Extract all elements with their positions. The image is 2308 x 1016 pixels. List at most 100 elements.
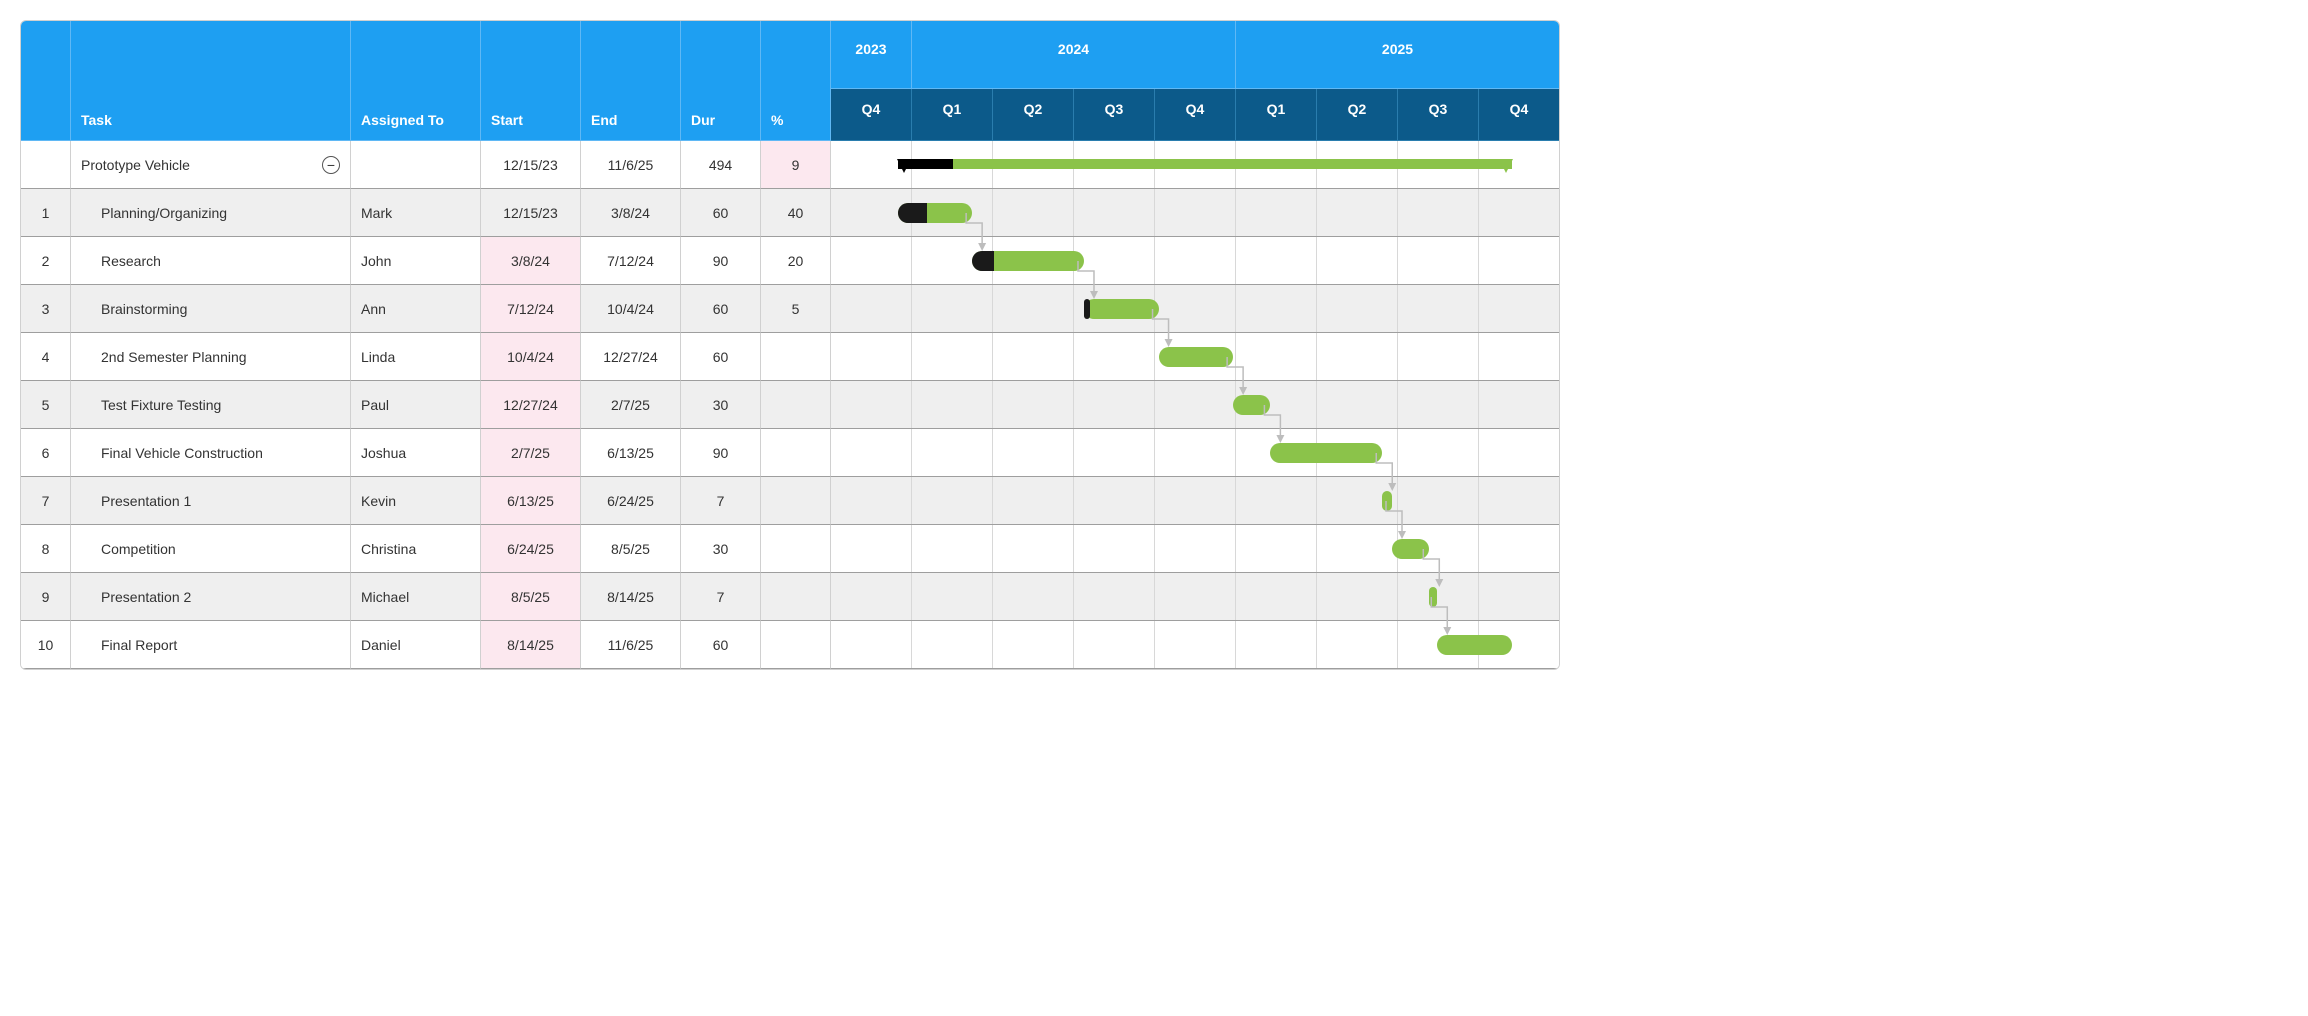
timeline-row: [831, 237, 1560, 285]
start-cell[interactable]: 12/27/24: [481, 381, 581, 429]
row-number[interactable]: 1: [21, 189, 71, 237]
task-name-cell[interactable]: Prototype Vehicle−: [71, 141, 351, 189]
summary-bar[interactable]: [898, 159, 1512, 169]
task-name-cell[interactable]: Research: [71, 237, 351, 285]
quarter-header: Q4: [1155, 89, 1236, 141]
task-name-cell[interactable]: Planning/Organizing: [71, 189, 351, 237]
task-bar[interactable]: [1392, 539, 1429, 559]
task-name-cell[interactable]: Presentation 2: [71, 573, 351, 621]
dur-cell[interactable]: 60: [681, 285, 761, 333]
row-number[interactable]: 5: [21, 381, 71, 429]
dur-cell[interactable]: 30: [681, 381, 761, 429]
start-cell[interactable]: 12/15/23: [481, 141, 581, 189]
task-bar[interactable]: [1084, 299, 1159, 319]
end-cell[interactable]: 2/7/25: [581, 381, 681, 429]
task-name-cell[interactable]: Final Vehicle Construction: [71, 429, 351, 477]
pct-cell[interactable]: [761, 477, 831, 525]
pct-cell[interactable]: [761, 525, 831, 573]
pct-cell[interactable]: 20: [761, 237, 831, 285]
start-cell[interactable]: 2/7/25: [481, 429, 581, 477]
row-number[interactable]: 10: [21, 621, 71, 669]
task-name-cell[interactable]: Competition: [71, 525, 351, 573]
dur-cell[interactable]: 90: [681, 429, 761, 477]
task-bar[interactable]: [1270, 443, 1382, 463]
end-cell[interactable]: 10/4/24: [581, 285, 681, 333]
assigned-cell[interactable]: Joshua: [351, 429, 481, 477]
end-cell[interactable]: 7/12/24: [581, 237, 681, 285]
timeline-row: [831, 333, 1560, 381]
row-number[interactable]: 2: [21, 237, 71, 285]
task-bar[interactable]: [1233, 395, 1270, 415]
dur-cell[interactable]: 90: [681, 237, 761, 285]
start-cell[interactable]: 8/5/25: [481, 573, 581, 621]
task-name-cell[interactable]: Brainstorming: [71, 285, 351, 333]
task-name-cell[interactable]: 2nd Semester Planning: [71, 333, 351, 381]
dur-cell[interactable]: 494: [681, 141, 761, 189]
timeline-row: [831, 141, 1560, 189]
assigned-cell[interactable]: Paul: [351, 381, 481, 429]
task-bar[interactable]: [1159, 347, 1234, 367]
end-cell[interactable]: 6/24/25: [581, 477, 681, 525]
assigned-cell[interactable]: Michael: [351, 573, 481, 621]
year-header: 2023: [831, 21, 912, 89]
pct-cell[interactable]: [761, 621, 831, 669]
row-number[interactable]: 3: [21, 285, 71, 333]
dur-cell[interactable]: 30: [681, 525, 761, 573]
dur-cell[interactable]: 60: [681, 333, 761, 381]
assigned-cell[interactable]: Mark: [351, 189, 481, 237]
pct-cell[interactable]: [761, 429, 831, 477]
start-cell[interactable]: 3/8/24: [481, 237, 581, 285]
dur-cell[interactable]: 60: [681, 189, 761, 237]
assigned-cell[interactable]: [351, 141, 481, 189]
start-cell[interactable]: 6/24/25: [481, 525, 581, 573]
assigned-cell[interactable]: Kevin: [351, 477, 481, 525]
end-cell[interactable]: 3/8/24: [581, 189, 681, 237]
end-cell[interactable]: 11/6/25: [581, 141, 681, 189]
collapse-icon[interactable]: −: [322, 156, 340, 174]
task-name-cell[interactable]: Presentation 1: [71, 477, 351, 525]
start-cell[interactable]: 8/14/25: [481, 621, 581, 669]
start-cell[interactable]: 6/13/25: [481, 477, 581, 525]
header-pct: %: [761, 21, 831, 141]
task-name-cell[interactable]: Test Fixture Testing: [71, 381, 351, 429]
pct-cell[interactable]: 5: [761, 285, 831, 333]
assigned-cell[interactable]: Ann: [351, 285, 481, 333]
dur-cell[interactable]: 60: [681, 621, 761, 669]
end-cell[interactable]: 12/27/24: [581, 333, 681, 381]
header-end-label: End: [591, 112, 617, 128]
timeline-row: [831, 477, 1560, 525]
year-header: 2025: [1236, 21, 1560, 89]
row-number[interactable]: 7: [21, 477, 71, 525]
quarter-header: Q1: [912, 89, 993, 141]
dur-cell[interactable]: 7: [681, 477, 761, 525]
end-cell[interactable]: 6/13/25: [581, 429, 681, 477]
pct-cell[interactable]: [761, 333, 831, 381]
task-bar[interactable]: [1382, 491, 1392, 511]
timeline-row: [831, 189, 1560, 237]
row-number[interactable]: 9: [21, 573, 71, 621]
task-bar[interactable]: [1429, 587, 1437, 607]
start-cell[interactable]: 7/12/24: [481, 285, 581, 333]
row-number[interactable]: 6: [21, 429, 71, 477]
dur-cell[interactable]: 7: [681, 573, 761, 621]
row-number[interactable]: [21, 141, 71, 189]
pct-cell[interactable]: 40: [761, 189, 831, 237]
pct-cell[interactable]: [761, 381, 831, 429]
assigned-cell[interactable]: Linda: [351, 333, 481, 381]
end-cell[interactable]: 8/5/25: [581, 525, 681, 573]
start-cell[interactable]: 12/15/23: [481, 189, 581, 237]
quarter-header: Q2: [993, 89, 1074, 141]
end-cell[interactable]: 11/6/25: [581, 621, 681, 669]
pct-cell[interactable]: 9: [761, 141, 831, 189]
row-number[interactable]: 8: [21, 525, 71, 573]
end-cell[interactable]: 8/14/25: [581, 573, 681, 621]
start-cell[interactable]: 10/4/24: [481, 333, 581, 381]
row-number[interactable]: 4: [21, 333, 71, 381]
assigned-cell[interactable]: Christina: [351, 525, 481, 573]
assigned-cell[interactable]: Daniel: [351, 621, 481, 669]
assigned-cell[interactable]: John: [351, 237, 481, 285]
header-end: End: [581, 21, 681, 141]
pct-cell[interactable]: [761, 573, 831, 621]
task-bar[interactable]: [1437, 635, 1512, 655]
task-name-cell[interactable]: Final Report: [71, 621, 351, 669]
